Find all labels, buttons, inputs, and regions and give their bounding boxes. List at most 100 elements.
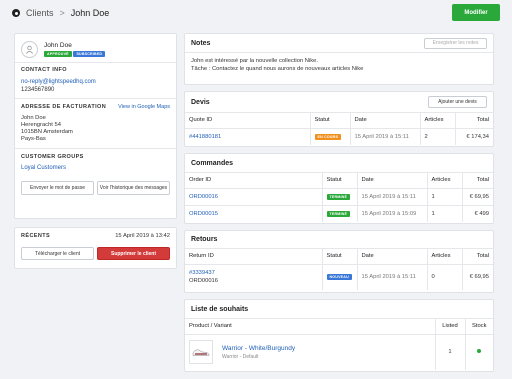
orders-card: Commandes Order ID Statut Date Articles … [184,153,494,224]
table-row[interactable]: Warrior - White/Burgundy Warrior - Defau… [185,334,493,370]
product-cell: Warrior - White/Burgundy Warrior - Defau… [185,334,436,370]
total-cell: € 499 [474,210,489,217]
notes-title: Notes [191,39,211,47]
billing-address-title: ADRESSE DE FACTURATION [21,104,107,110]
col-header: Articles [427,249,463,265]
status-cell: TERMINÉ [322,205,358,222]
subscribed-badge: SUBSCRIBED [73,50,106,57]
items-cell: 1 [427,188,463,206]
table-row[interactable]: #441880181 EN COURS 15 April 2019 à 15:1… [185,128,493,145]
date-cell: 15 April 2019 à 15:11 [350,128,421,145]
page-title: John Doe [70,8,110,18]
col-header: Date [357,249,428,265]
col-header: Product / Variant [185,319,436,335]
google-maps-link[interactable]: View in Google Maps [118,104,170,110]
wishlist-table: Product / Variant Listed Stock Warrior -… [185,319,493,370]
status-badge: TERMINÉ [326,193,351,200]
contact-info-title: CONTACT INFO [21,67,67,73]
customer-groups-title: CUSTOMER GROUPS [21,154,84,160]
quote-id-link[interactable]: #441880181 [185,128,311,145]
col-header: Date [357,173,428,189]
col-header: Articles [427,173,463,189]
top-bar: Clients > John Doe Modifier [0,0,512,26]
orders-title: Commandes [191,159,234,167]
shoe-icon [192,349,210,356]
notes-text[interactable]: John est intéressé par la nouvelle colle… [185,53,493,78]
notes-card: Notes Enregistrer les notes John est int… [184,33,494,85]
col-header: Listed [435,319,466,335]
col-header: Total [462,173,493,189]
col-header: Date [350,113,421,129]
customer-card: John Doe APPROUVÉ SUBSCRIBED CONTACT INF… [14,33,177,219]
address-line: Pays-Bas [21,136,46,142]
order-id-link[interactable]: ORD00015 [185,205,323,222]
wishlist-title: Liste de souhaits [191,305,249,313]
status-cell: NOUVEAU [322,264,358,290]
col-header: Order ID [185,173,323,189]
col-header: Total [455,113,493,129]
add-quote-button[interactable]: Ajouter une devis [428,96,487,108]
clients-icon [12,9,20,17]
order-id-link[interactable]: ORD00016 [185,188,323,206]
quotes-table: Quote ID Statut Date Articles Total #441… [185,113,493,145]
col-header: Return ID [185,249,323,265]
col-header: Total [462,249,493,265]
col-header: Statut [322,173,358,189]
listed-cell: 1 [435,334,466,370]
user-icon [26,45,33,54]
col-header: Articles [420,113,456,129]
quotes-title: Devis [191,98,210,106]
breadcrumb-separator: > [59,8,65,18]
recent-card: RÉCENTS 15 April 2019 à 13:42 Télécharge… [14,227,177,269]
billing-address: John Doe Herengracht 54 1015BN Amsterdam… [21,115,170,143]
quotes-card: Devis Ajouter une devis Quote ID Statut … [184,91,494,147]
delete-client-button[interactable]: Supprimer le client [97,247,170,260]
date-cell: 15 April 2019 à 15:11 [357,264,428,290]
returns-card: Retours Return ID Statut Date Articles T… [184,230,494,293]
col-header: Quote ID [185,113,311,129]
col-header: Stock [465,319,493,335]
product-thumbnail [189,340,213,365]
edit-button[interactable]: Modifier [452,4,500,21]
status-cell: TERMINÉ [322,188,358,206]
download-client-button[interactable]: Télécharger le client [21,247,94,260]
customer-email-link[interactable]: no-reply@lightspeedhq.com [21,79,170,85]
date-cell: 15 April 2019 à 15:09 [357,205,428,222]
recent-date: 15 April 2019 à 13:42 [115,233,170,239]
status-badge: TERMINÉ [326,210,351,217]
col-header: Statut [322,249,358,265]
customer-phone: 1234567890 [21,87,55,93]
save-notes-button[interactable]: Enregistrer les notes [424,37,487,49]
returns-title: Retours [191,236,218,243]
notes-line: John est intéressé par la nouvelle colle… [191,58,318,64]
message-history-button[interactable]: Voir l'historique des messages [97,181,170,195]
total-cell: € 69,95 [469,274,489,281]
return-order-ref: ORD00016 [189,278,219,285]
table-row[interactable]: #3339437 ORD00016 NOUVEAU 15 April 2019 … [185,264,493,290]
recent-title: RÉCENTS [21,233,51,239]
address-line: 1015BN Amsterdam [21,129,73,135]
items-cell: 2 [420,128,456,145]
avatar [21,40,38,58]
customer-group-link[interactable]: Loyal Customers [21,165,170,171]
product-link[interactable]: Warrior - White/Burgundy [222,345,295,352]
table-row[interactable]: ORD00016 TERMINÉ 15 April 2019 à 15:11 1… [185,188,493,206]
address-line: John Doe [21,115,46,121]
product-variant: Warrior - Default [222,353,259,360]
wishlist-card: Liste de souhaits Product / Variant List… [184,299,494,372]
date-cell: 15 April 2019 à 15:11 [357,188,428,206]
notes-line: Tâche : Contactez le quand nous aurons d… [191,65,364,72]
status-cell: EN COURS [310,128,351,145]
col-header: Statut [310,113,351,129]
address-line: Herengracht 54 [21,122,61,128]
total-cell: € 69,95 [462,188,493,206]
status-badge: NOUVEAU [326,274,352,281]
table-row[interactable]: ORD00015 TERMINÉ 15 April 2019 à 15:09 1… [185,205,493,222]
total-cell: € 174,34 [466,133,489,140]
return-id-cell: #3339437 ORD00016 [185,264,323,290]
items-cell: 0 [427,264,463,290]
status-badge: EN COURS [314,133,342,140]
return-id-link[interactable]: #3339437 [189,269,318,277]
send-password-button[interactable]: Envoyer le mot de passe [21,181,94,195]
breadcrumb-clients[interactable]: Clients [26,8,54,18]
